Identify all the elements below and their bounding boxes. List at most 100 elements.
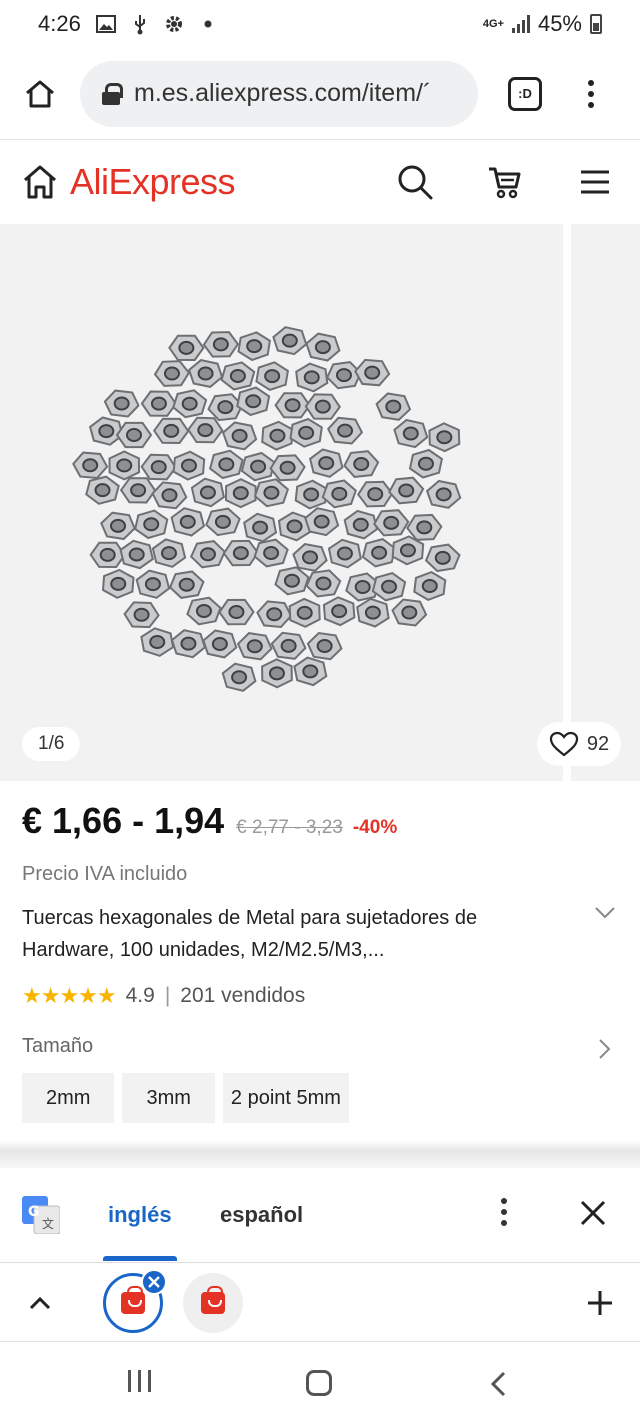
hex-nut-hole [402,426,419,441]
browser-menu-button[interactable] [588,79,594,108]
hex-nut-hole [232,486,249,501]
chevron-up-icon[interactable] [26,1289,54,1317]
hex-nut-hole [280,638,297,653]
network-type: 4G+ [482,18,504,30]
hex-nut-hole [246,339,263,354]
hex-nut-hole [263,485,280,500]
rating-separator: | [164,984,171,1007]
google-translate-icon: G文 [22,1196,60,1234]
hex-nut-hole [316,639,333,654]
translate-more-button[interactable] [501,1198,507,1226]
hex-nut-hole [268,666,285,681]
aliexpress-app-icon [201,1286,225,1314]
hex-nut-hole [231,428,248,443]
close-tab-button[interactable] [141,1269,167,1295]
size-options: 2mm 3mm 2 point 5mm [22,1073,349,1123]
hex-nut-hole [113,396,130,411]
hex-nut-hole [298,425,315,440]
next-image-peek[interactable] [563,224,640,781]
hex-nut-hole [116,458,133,473]
size-option-2mm[interactable]: 2mm [22,1073,115,1123]
hex-nut-hole [163,366,180,381]
chevron-down-icon[interactable] [594,906,616,920]
translate-target-tab[interactable]: español [220,1202,303,1228]
plus-icon[interactable] [586,1289,614,1317]
back-icon[interactable] [488,1370,510,1398]
hex-nut-hole [82,458,99,473]
hex-nut-hole [211,636,228,651]
hex-nut-hole [421,579,438,594]
hex-nut-hole [385,399,402,414]
url-bar[interactable]: m.es.aliexpress.com/item/´ [80,60,478,127]
hex-nut-hole [130,483,147,498]
hex-nut-hole [381,579,398,594]
hex-nut-hole [401,605,418,620]
size-option-2-5mm[interactable]: 2 point 5mm [222,1073,349,1123]
home-icon[interactable] [22,164,58,200]
hex-nut-hole [149,635,166,650]
lock-icon [102,82,123,105]
home-icon [26,80,54,107]
hex-nut-hole [246,639,263,654]
tab-thumbnail[interactable] [183,1273,243,1333]
hex-nut-hole [371,545,388,560]
rating-row[interactable]: ★★★★★ 4.9 | 201 vendidos [22,983,305,1009]
vat-note: Precio IVA incluido [22,863,188,885]
close-icon [148,1276,160,1288]
home-button[interactable] [306,1370,332,1396]
heart-icon [549,731,578,757]
aliexpress-app-icon [121,1286,145,1314]
url-text: m.es.aliexpress.com/item/´ [134,79,432,107]
battery-percent: 45% [537,11,582,36]
hex-nut-hole [263,546,280,561]
hex-nut-hole [302,550,319,565]
price-row: € 1,66 - 1,94 € 2,77 - 3,23 -40% [22,800,397,842]
hex-nut-hole [296,605,313,620]
dot-icon [197,14,219,34]
product-title-line: Hardware, 100 unidades, M2/M2.5/M3,... [22,939,385,961]
tab-strip [0,1262,640,1342]
chevron-right-icon[interactable] [598,1038,612,1060]
hex-nut-hole [318,456,335,471]
hex-nut-hole [212,337,229,352]
hex-nut-hole [335,368,352,383]
hex-nut-hole [364,365,381,380]
status-bar: 4:26 4G+ 45% [0,0,640,48]
hex-nut-hole [398,483,415,498]
hex-nut-hole [214,514,231,529]
translate-source-tab[interactable]: inglés [108,1202,172,1228]
settings-icon [163,14,185,34]
hex-nut-hole [336,546,353,561]
hex-nut-hole [199,485,216,500]
search-icon [398,165,433,200]
hex-nut-hole [98,424,115,439]
browser-toolbar: m.es.aliexpress.com/item/´ :D [0,48,640,140]
cart-button[interactable] [460,140,550,224]
product-gallery[interactable]: 1/6 92 [0,224,640,781]
menu-button[interactable] [550,140,640,224]
hex-nut-hole [302,664,319,679]
hex-nut-hole [315,576,332,591]
hex-nut-hole [143,517,160,532]
brand-logo[interactable]: AliExpress [70,161,236,203]
product-title[interactable]: Tuercas hexagonales de Metal para sujeta… [22,902,582,966]
wishlist-button[interactable]: 92 [537,722,621,766]
hex-nut-hole [133,607,150,622]
tab-switcher-button[interactable]: :D [508,76,542,111]
hex-nut-hole [179,514,196,529]
hex-nut-hole [150,396,167,411]
hex-nut-hole [331,604,348,619]
size-option-3mm[interactable]: 3mm [122,1073,215,1123]
hex-nut-hole [399,543,416,558]
gallery-icon [95,14,117,34]
close-icon[interactable] [578,1198,608,1228]
search-button[interactable] [370,140,460,224]
size-label: Tamaño [22,1035,94,1057]
hex-nut-hole [197,423,214,438]
hex-nut-hole [367,487,384,502]
price: € 1,66 - 1,94 [22,800,225,841]
browser-home-button[interactable] [0,48,80,140]
recent-apps-button[interactable] [128,1370,151,1392]
hex-nut-hole [180,458,197,473]
hex-nut-hole [250,459,267,474]
